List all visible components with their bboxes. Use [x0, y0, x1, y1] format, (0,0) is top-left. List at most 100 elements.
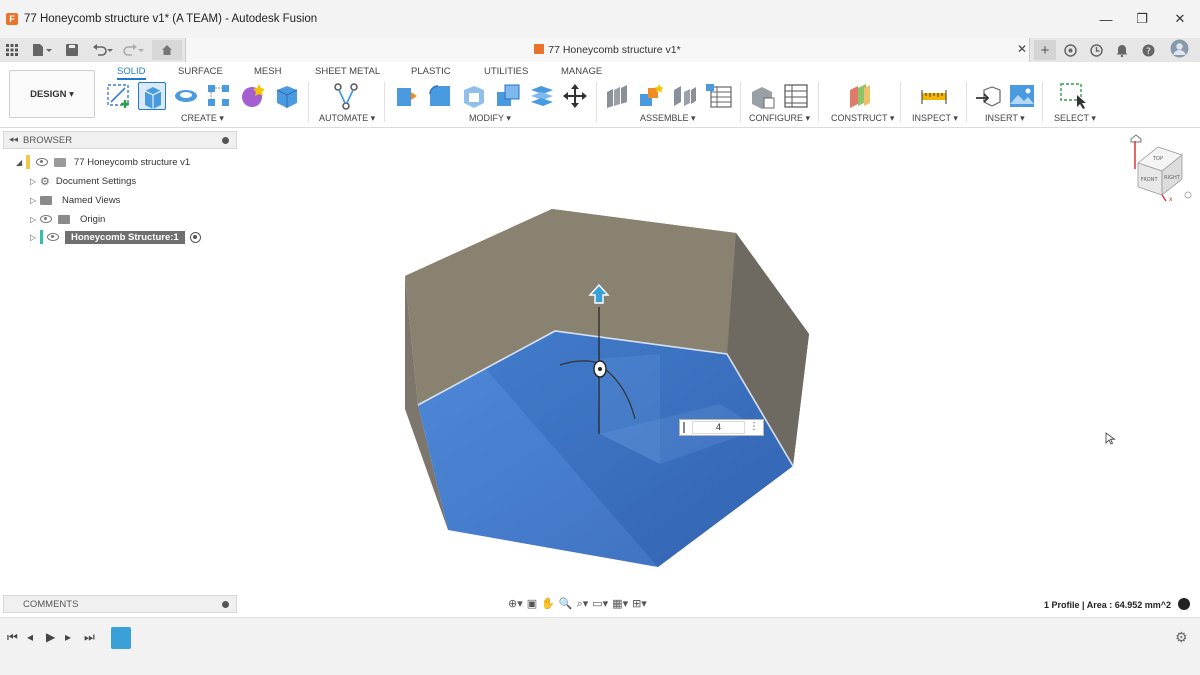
comments-panel-header[interactable]: COMMENTS: [3, 595, 237, 613]
close-window-button[interactable]: ✕: [1162, 0, 1198, 38]
pattern-icon[interactable]: [205, 82, 233, 110]
user-avatar-icon[interactable]: [1170, 39, 1189, 57]
insert-canvas-icon[interactable]: [1008, 82, 1036, 110]
zoom-icon[interactable]: 🔍: [559, 597, 573, 610]
measure-icon[interactable]: [920, 82, 948, 110]
visibility-eye-icon[interactable]: [40, 215, 52, 223]
assemble-group-label[interactable]: ASSEMBLE ▾: [640, 113, 696, 124]
revolve-icon[interactable]: [172, 82, 200, 110]
viewcube-right-label[interactable]: RIGHT: [1164, 175, 1181, 181]
create-group-label[interactable]: CREATE ▾: [181, 113, 224, 124]
shell-icon[interactable]: [460, 82, 488, 110]
workspace-switcher-button[interactable]: DESIGN ▾: [9, 70, 95, 118]
performance-status-icon[interactable]: [1178, 598, 1190, 610]
viewports-icon[interactable]: ⊞▾: [632, 597, 647, 610]
home-icon[interactable]: [152, 40, 182, 60]
help-icon[interactable]: ?: [1142, 42, 1155, 58]
grid-menu-icon[interactable]: [6, 42, 18, 58]
document-tab[interactable]: 77 Honeycomb structure v1* ✕: [185, 38, 1030, 62]
tab-utilities[interactable]: UTILITIES: [484, 66, 528, 77]
bill-of-materials-icon[interactable]: [705, 82, 733, 110]
collapse-browser-icon[interactable]: ◂◂: [9, 134, 18, 145]
modify-group-label[interactable]: MODIFY ▾: [469, 113, 511, 124]
expand-triangle-icon[interactable]: ▷: [30, 177, 40, 186]
tab-mesh[interactable]: MESH: [254, 66, 281, 77]
extensions-icon[interactable]: [1064, 42, 1077, 58]
redo-icon[interactable]: [122, 42, 144, 58]
combine-icon[interactable]: [494, 82, 522, 110]
create-sketch-icon[interactable]: [105, 82, 133, 110]
new-tab-button[interactable]: +: [1034, 40, 1056, 60]
configuration-table-icon[interactable]: [782, 82, 810, 110]
move-copy-icon[interactable]: [561, 82, 589, 110]
pan-hand-icon[interactable]: ✋: [541, 597, 555, 610]
browser-item-honeycomb-structure[interactable]: ▷ Honeycomb Structure:1: [30, 229, 201, 245]
display-settings-icon[interactable]: ▭▾: [592, 597, 608, 610]
timeline-sketch-feature[interactable]: [111, 627, 131, 649]
timeline-previous-icon[interactable]: ◂: [27, 630, 33, 644]
new-component-icon[interactable]: [604, 82, 632, 110]
select-icon[interactable]: [1059, 82, 1087, 110]
input-options-icon[interactable]: ⋮: [749, 421, 759, 432]
browser-root-item[interactable]: ◢ 77 Honeycomb structure v1: [16, 154, 190, 170]
minimize-button[interactable]: —: [1088, 0, 1124, 38]
automate-icon[interactable]: [332, 82, 360, 110]
browser-item-origin[interactable]: ▷ Origin: [30, 211, 105, 227]
visibility-eye-icon[interactable]: [47, 233, 59, 241]
tab-manage[interactable]: MANAGE: [561, 66, 602, 77]
zoom-window-icon[interactable]: ⌕▾: [577, 597, 589, 611]
expand-triangle-icon[interactable]: ▷: [30, 215, 40, 224]
canvas-viewport[interactable]: TOP FRONT RIGHT x: [240, 129, 1200, 616]
maximize-button[interactable]: ❐: [1124, 0, 1160, 38]
timeline-first-icon[interactable]: ⏮: [7, 630, 18, 645]
tab-surface[interactable]: SURFACE: [178, 66, 223, 77]
construct-group-label[interactable]: CONSTRUCT ▾: [831, 113, 894, 124]
automate-group-label[interactable]: AUTOMATE ▾: [319, 113, 375, 124]
browser-item-document-settings[interactable]: ▷ ⚙ Document Settings: [30, 173, 136, 189]
viewcube[interactable]: TOP FRONT RIGHT x: [1130, 134, 1192, 203]
viewcube-top-label[interactable]: TOP: [1152, 156, 1163, 162]
drag-handle-icon[interactable]: [683, 422, 685, 433]
timeline-next-icon[interactable]: ▸: [65, 630, 71, 644]
extrude-icon[interactable]: [138, 82, 166, 110]
visibility-eye-icon[interactable]: [36, 158, 48, 166]
job-status-icon[interactable]: [1090, 42, 1103, 58]
press-pull-icon[interactable]: [393, 82, 421, 110]
offset-plane-icon[interactable]: [846, 82, 874, 110]
joint-icon[interactable]: [637, 82, 665, 110]
save-icon[interactable]: [66, 42, 78, 58]
timeline-settings-gear-icon[interactable]: ⚙: [1175, 629, 1188, 646]
configure-group-label[interactable]: CONFIGURE ▾: [749, 113, 810, 124]
comments-pin-icon[interactable]: [222, 601, 229, 608]
as-built-joint-icon[interactable]: [671, 82, 699, 110]
viewcube-front-label[interactable]: FRONT: [1140, 177, 1158, 183]
expand-triangle-icon[interactable]: ▷: [30, 233, 40, 242]
notifications-bell-icon[interactable]: [1116, 42, 1128, 58]
fillet-icon[interactable]: [426, 82, 454, 110]
expand-triangle-icon[interactable]: ◢: [16, 158, 26, 167]
orbit-icon[interactable]: ⊕▾: [508, 597, 523, 610]
distance-value[interactable]: 4: [692, 421, 745, 434]
inspect-group-label[interactable]: INSPECT ▾: [912, 113, 958, 124]
look-at-icon[interactable]: ▣: [527, 597, 537, 610]
configure-icon[interactable]: [748, 82, 776, 110]
document-tab-close-icon[interactable]: ✕: [1017, 42, 1027, 56]
offset-face-icon[interactable]: [528, 82, 556, 110]
box-icon[interactable]: [273, 82, 301, 110]
browser-pin-icon[interactable]: [222, 137, 229, 144]
tab-solid[interactable]: SOLID: [117, 66, 146, 80]
expand-triangle-icon[interactable]: ▷: [30, 196, 40, 205]
browser-item-named-views[interactable]: ▷ Named Views: [30, 192, 120, 208]
timeline-play-icon[interactable]: ▶: [46, 630, 55, 644]
insert-derive-icon[interactable]: [974, 82, 1002, 110]
browser-panel-header[interactable]: ◂◂ BROWSER: [3, 131, 237, 149]
grid-settings-icon[interactable]: ▦▾: [612, 597, 628, 610]
undo-icon[interactable]: [92, 42, 114, 58]
insert-group-label[interactable]: INSERT ▾: [985, 113, 1025, 124]
create-form-icon[interactable]: [239, 82, 267, 110]
tab-plastic[interactable]: PLASTIC: [411, 66, 451, 77]
distance-input[interactable]: 4 ⋮: [679, 419, 764, 436]
select-group-label[interactable]: SELECT ▾: [1054, 113, 1096, 124]
file-menu-icon[interactable]: [32, 42, 52, 58]
timeline-last-icon[interactable]: ⏭: [84, 630, 95, 645]
